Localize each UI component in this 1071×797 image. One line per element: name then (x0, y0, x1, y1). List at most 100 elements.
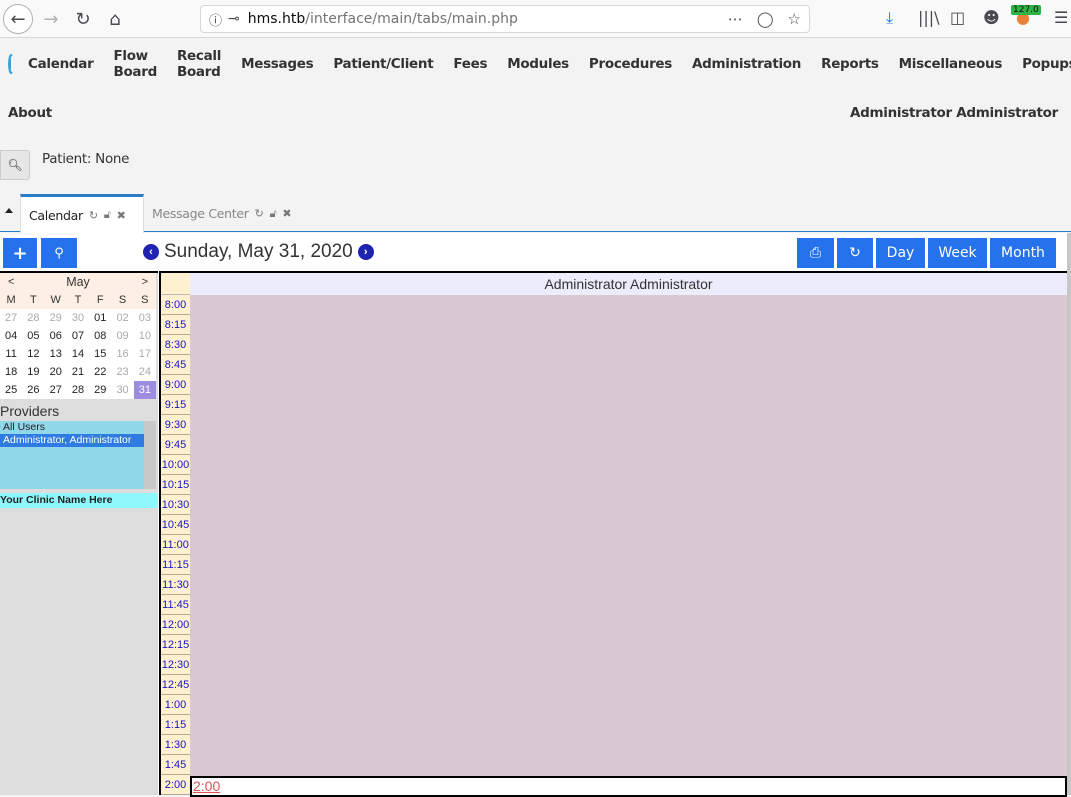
menu-calendar[interactable]: Calendar (28, 56, 94, 72)
time-slot-label[interactable]: 11:15 (161, 555, 190, 575)
mini-calendar-day[interactable]: 29 (45, 312, 67, 324)
mini-calendar-day[interactable]: 17 (134, 348, 156, 360)
time-slot-label[interactable]: 1:00 (161, 695, 190, 715)
mini-calendar-day[interactable]: 02 (111, 312, 133, 324)
menu-about[interactable]: About (8, 105, 52, 121)
provider-option[interactable]: All Users (0, 421, 144, 434)
home-button[interactable]: ⌂ (100, 4, 130, 34)
mini-calendar-day[interactable]: 28 (67, 384, 89, 396)
collapse-tabs-icon[interactable] (5, 208, 13, 213)
day-view-button[interactable]: Day (876, 238, 925, 268)
menu-popups[interactable]: Popups (1022, 56, 1071, 72)
reload-button[interactable]: ↻ (68, 4, 98, 34)
mini-calendar-day[interactable]: 18 (0, 366, 22, 378)
bookmark-star-icon[interactable]: ☆ (788, 10, 801, 28)
close-icon[interactable]: ✖ (117, 209, 126, 222)
time-slot-label[interactable]: 8:30 (161, 335, 190, 355)
library-icon[interactable]: |||\ (918, 8, 940, 27)
menu-miscellaneous[interactable]: Miscellaneous (899, 56, 1003, 72)
time-slot-label[interactable]: 10:15 (161, 475, 190, 495)
mini-calendar-day[interactable]: 01 (89, 312, 111, 324)
mini-calendar-day[interactable]: 30 (67, 312, 89, 324)
time-slot-label[interactable]: 1:30 (161, 735, 190, 755)
search-appointments-button[interactable]: ⚲ (41, 238, 77, 268)
mini-calendar-day[interactable]: 06 (45, 330, 67, 342)
menu-fees[interactable]: Fees (453, 56, 487, 72)
time-slot-label[interactable]: 11:45 (161, 595, 190, 615)
mini-calendar-day[interactable]: 13 (45, 348, 67, 360)
time-slot-label[interactable]: 12:15 (161, 635, 190, 655)
mini-calendar-day[interactable]: 16 (111, 348, 133, 360)
prev-month-button[interactable]: < (8, 276, 14, 288)
key-icon[interactable]: ⊸ (228, 11, 240, 27)
back-button[interactable]: ← (3, 4, 33, 34)
mini-calendar-day[interactable]: 19 (22, 366, 44, 378)
time-slot-label[interactable]: 1:15 (161, 715, 190, 735)
download-icon[interactable]: ⤓ (886, 8, 893, 28)
providers-list[interactable]: All Users Administrator, Administrator (0, 421, 156, 489)
mini-calendar-day[interactable]: 14 (67, 348, 89, 360)
time-slot-label[interactable]: 8:15 (161, 315, 190, 335)
menu-recall-board[interactable]: Recall Board (177, 48, 221, 80)
mini-calendar-day[interactable]: 05 (22, 330, 44, 342)
week-view-button[interactable]: Week (928, 238, 987, 268)
menu-procedures[interactable]: Procedures (589, 56, 672, 72)
unlock-icon[interactable]: 🔓︎ (270, 207, 277, 221)
mini-calendar-day[interactable]: 30 (111, 384, 133, 396)
time-slot-label[interactable]: 9:15 (161, 395, 190, 415)
day-grid[interactable]: Administrator Administrator 2:00 (190, 271, 1067, 797)
refresh-icon[interactable]: ↻ (255, 207, 264, 220)
time-slot-label[interactable]: 12:45 (161, 675, 190, 695)
mini-calendar-day[interactable]: 15 (89, 348, 111, 360)
previous-day-icon[interactable]: ‹ (143, 244, 159, 260)
tab-calendar[interactable]: Calendar ↻ 🔓︎ ✖ (20, 194, 144, 233)
mini-calendar-day[interactable]: 27 (45, 384, 67, 396)
time-slot-label[interactable]: 9:30 (161, 415, 190, 435)
mini-calendar-day[interactable]: 24 (134, 366, 156, 378)
time-slot-label[interactable]: 12:00 (161, 615, 190, 635)
next-day-icon[interactable]: › (357, 244, 374, 260)
mini-calendar-day[interactable]: 04 (0, 330, 22, 342)
more-actions-icon[interactable]: ⋯ (728, 10, 743, 28)
url-bar[interactable]: ⓘ ⊸ hms.htb/interface/main/tabs/main.php… (200, 5, 810, 33)
time-slot-label[interactable]: 8:00 (161, 295, 190, 315)
tab-message-center[interactable]: Message Center ↻ 🔓︎ ✖ (144, 194, 299, 233)
menu-patient-client[interactable]: Patient/Client (333, 56, 433, 72)
time-slot-label[interactable]: 9:00 (161, 375, 190, 395)
mini-calendar-day[interactable]: 10 (134, 330, 156, 342)
mini-calendar-day-selected[interactable]: 31 (133, 381, 156, 399)
openemr-logo[interactable] (8, 54, 14, 74)
mini-calendar-day[interactable]: 20 (45, 366, 67, 378)
next-month-button[interactable]: > (142, 276, 148, 288)
close-icon[interactable]: ✖ (282, 207, 291, 220)
forward-button[interactable]: → (36, 4, 66, 34)
mini-calendar-day[interactable]: 21 (67, 366, 89, 378)
unlock-icon[interactable]: 🔓︎ (104, 208, 111, 222)
new-appointment-link[interactable]: 2:00 (193, 778, 220, 794)
time-slot-label[interactable]: 10:45 (161, 515, 190, 535)
mini-calendar-day[interactable]: 27 (0, 312, 22, 324)
month-view-button[interactable]: Month (990, 238, 1056, 268)
mini-calendar-day[interactable]: 23 (111, 366, 133, 378)
refresh-icon[interactable]: ↻ (89, 209, 98, 222)
patient-search-button[interactable]: 🔍︎ (0, 150, 30, 180)
time-slot-label[interactable]: 10:30 (161, 495, 190, 515)
menu-reports[interactable]: Reports (821, 56, 879, 72)
mini-calendar-day[interactable]: 22 (89, 366, 111, 378)
hamburger-menu-icon[interactable]: ☰ (1054, 8, 1068, 27)
time-slot-label[interactable]: 1:45 (161, 755, 190, 775)
time-slot-label[interactable]: 11:00 (161, 535, 190, 555)
time-slot-label[interactable]: 8:45 (161, 355, 190, 375)
pocket-icon[interactable]: ◯ (757, 10, 774, 28)
mini-calendar-day[interactable]: 07 (67, 330, 89, 342)
menu-messages[interactable]: Messages (241, 56, 314, 72)
mini-calendar-day[interactable]: 09 (111, 330, 133, 342)
add-appointment-button[interactable]: + (3, 238, 37, 268)
time-slot-cell[interactable]: 2:00 (190, 776, 1067, 797)
print-button[interactable]: ⎙ (797, 238, 834, 268)
refresh-button[interactable]: ↻ (837, 238, 873, 268)
menu-administration[interactable]: Administration (692, 56, 801, 72)
mini-calendar-day[interactable]: 29 (89, 384, 111, 396)
mini-calendar-day[interactable]: 08 (89, 330, 111, 342)
time-slot-label[interactable]: 12:30 (161, 655, 190, 675)
